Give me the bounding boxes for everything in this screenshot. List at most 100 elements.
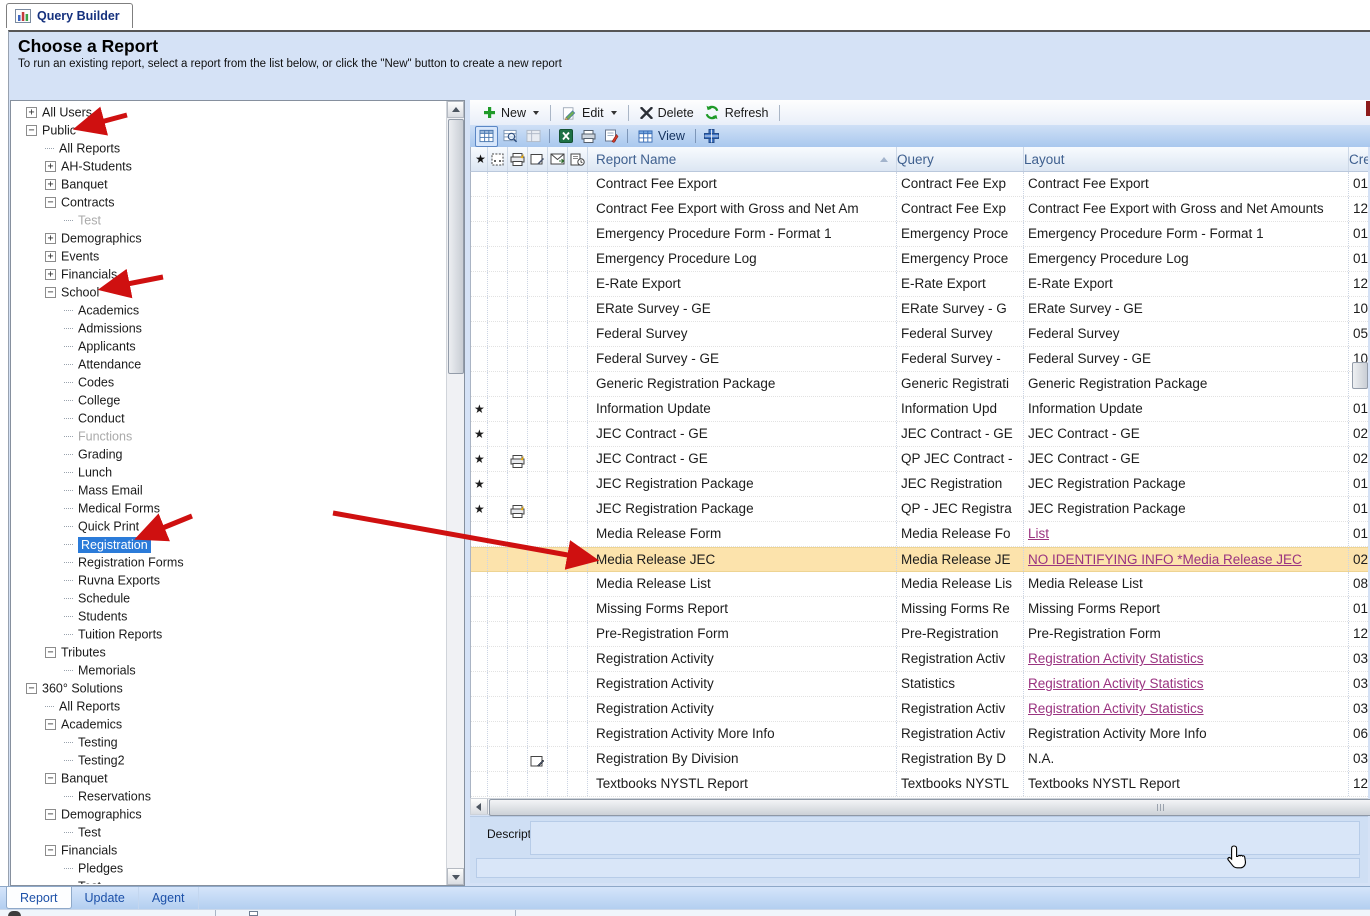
layout-link[interactable]: Registration Activity Statistics: [1028, 676, 1204, 691]
tree-item-registration-forms[interactable]: Registration Forms: [12, 553, 446, 571]
layout-link[interactable]: Registration Activity Statistics: [1028, 701, 1204, 716]
column-header-quick-print[interactable]: [508, 147, 528, 171]
scroll-down-button[interactable]: [447, 868, 464, 885]
tree-item-functions[interactable]: Functions: [12, 427, 446, 445]
expand-icon[interactable]: +: [45, 233, 56, 245]
report-row[interactable]: Contract Fee Export with Gross and Net A…: [471, 197, 1368, 222]
collapse-icon[interactable]: −: [45, 773, 56, 785]
report-row[interactable]: Textbooks NYSTL Report Textbooks NYSTL Tex…: [471, 772, 1368, 797]
collapse-icon[interactable]: −: [45, 719, 56, 731]
tree-item-testing[interactable]: Testing: [12, 733, 446, 751]
expand-icon[interactable]: +: [45, 269, 56, 281]
tree-item-admissions[interactable]: Admissions: [12, 319, 446, 337]
tree-item-banquet[interactable]: − Banquet: [12, 769, 446, 787]
tree-item-demographics[interactable]: − Demographics: [12, 805, 446, 823]
tree-item-applicants[interactable]: Applicants: [12, 337, 446, 355]
scroll-up-button[interactable]: [447, 101, 464, 118]
collapse-icon[interactable]: −: [45, 809, 56, 821]
report-row[interactable]: ★ JEC Registration Package JEC Registratio…: [471, 472, 1368, 497]
refresh-button[interactable]: Refresh: [699, 103, 774, 122]
column-header-publish[interactable]: [528, 147, 548, 171]
tree-item-demographics[interactable]: + Demographics: [12, 229, 446, 247]
description-secondary-field[interactable]: [476, 858, 1360, 878]
report-row[interactable]: ERate Survey - GE ERate Survey - G ERate S…: [471, 297, 1368, 322]
new-dropdown-caret[interactable]: [533, 110, 540, 115]
collapse-icon[interactable]: −: [45, 197, 56, 209]
report-row[interactable]: Registration Activity More Info Registrat…: [471, 722, 1368, 747]
collapse-icon[interactable]: −: [45, 287, 56, 299]
report-row[interactable]: Media Release Form Media Release Fo List 01…: [471, 522, 1368, 547]
column-header-preview[interactable]: [488, 147, 508, 171]
report-row[interactable]: Media Release JEC Media Release JE NO IDEN…: [471, 547, 1368, 572]
column-header-created[interactable]: Cre: [1349, 147, 1368, 171]
report-row[interactable]: ★ JEC Contract - GE JEC Contract - GE JEC C…: [471, 422, 1368, 447]
tree-item-contracts[interactable]: − Contracts: [12, 193, 446, 211]
edit-dropdown-caret[interactable]: [610, 110, 617, 115]
report-row[interactable]: Federal Survey - GE Federal Survey - Feder…: [471, 347, 1368, 372]
report-row[interactable]: Registration By Division Registration By …: [471, 747, 1368, 772]
column-header-report-name[interactable]: Report Name: [588, 147, 897, 171]
report-row[interactable]: Emergency Procedure Form - Format 1 Emerg…: [471, 222, 1368, 247]
tree-item-public[interactable]: − Public: [12, 121, 446, 139]
description-field[interactable]: [530, 821, 1360, 855]
expand-icon[interactable]: +: [45, 161, 56, 173]
tree-item-financials[interactable]: − Financials: [12, 841, 446, 859]
tree-item-medical-forms[interactable]: Medical Forms: [12, 499, 446, 517]
view-button[interactable]: View: [632, 129, 691, 143]
tree-item-all-reports[interactable]: All Reports: [12, 697, 446, 715]
column-header-email[interactable]: [548, 147, 568, 171]
tab-query-builder[interactable]: Query Builder: [6, 3, 133, 28]
report-row[interactable]: Pre-Registration Form Pre-Registration Pre…: [471, 622, 1368, 647]
tree-item-events[interactable]: + Events: [12, 247, 446, 265]
tree-item-testing2[interactable]: Testing2: [12, 751, 446, 769]
report-row[interactable]: Emergency Procedure Log Emergency Proce Em…: [471, 247, 1368, 272]
tree-item-conduct[interactable]: Conduct: [12, 409, 446, 427]
report-row[interactable]: ★ JEC Contract - GE QP JEC Contract - JEC …: [471, 447, 1368, 472]
expand-icon[interactable]: +: [45, 251, 56, 263]
tree-item-academics[interactable]: − Academics: [12, 715, 446, 733]
tree-scrollbar-thumb[interactable]: [448, 119, 464, 374]
report-row[interactable]: ★ Information Update Information Upd Inform…: [471, 397, 1368, 422]
tree-item-financials[interactable]: + Financials: [12, 265, 446, 283]
horizontal-scrollbar-thumb[interactable]: [489, 799, 1370, 816]
report-row[interactable]: Missing Forms Report Missing Forms Re Miss…: [471, 597, 1368, 622]
column-header-query[interactable]: Query: [897, 147, 1024, 171]
tree-item-college[interactable]: College: [12, 391, 446, 409]
field-chooser-button[interactable]: [701, 127, 722, 146]
grid-vertical-scrollbar-thumb[interactable]: [1352, 362, 1368, 389]
expand-icon[interactable]: +: [26, 107, 37, 119]
tree-vertical-scrollbar[interactable]: [446, 101, 464, 885]
tree-item-schedule[interactable]: Schedule: [12, 589, 446, 607]
mail-merge-button[interactable]: [601, 127, 622, 146]
tree-item-quick-print[interactable]: Quick Print: [12, 517, 446, 535]
tree-item-360-solutions[interactable]: −360° Solutions: [12, 679, 446, 697]
tree-item-memorials[interactable]: Memorials: [12, 661, 446, 679]
collapse-icon[interactable]: −: [45, 845, 56, 857]
tree-item-grading[interactable]: Grading: [12, 445, 446, 463]
export-excel-button[interactable]: [555, 127, 576, 146]
column-header-layout[interactable]: Layout: [1024, 147, 1349, 171]
tab-update[interactable]: Update: [72, 887, 139, 909]
report-row[interactable]: Registration Activity Statistics Registrat…: [471, 672, 1368, 697]
tree-item-reservations[interactable]: Reservations: [12, 787, 446, 805]
layout-link[interactable]: Registration Activity Statistics: [1028, 651, 1204, 666]
report-row[interactable]: Contract Fee Export Contract Fee Exp Contr…: [471, 172, 1368, 197]
report-row[interactable]: ★ JEC Registration Package QP - JEC Regis…: [471, 497, 1368, 522]
tree-item-school[interactable]: − School: [12, 283, 446, 301]
tree-item-banquet[interactable]: + Banquet: [12, 175, 446, 193]
collapse-icon[interactable]: −: [26, 683, 37, 695]
tree-item-all-users[interactable]: + All Users: [12, 103, 446, 121]
print-button[interactable]: [578, 127, 599, 146]
tree-item-registration[interactable]: Registration: [12, 535, 446, 553]
tree-item-pledges[interactable]: Pledges: [12, 859, 446, 877]
tree-item-ah-students[interactable]: + AH-Students: [12, 157, 446, 175]
layout-link[interactable]: List: [1028, 526, 1049, 541]
print-preview-button[interactable]: [500, 127, 521, 146]
tree-item-ruvna-exports[interactable]: Ruvna Exports: [12, 571, 446, 589]
delete-button[interactable]: Delete: [635, 104, 699, 122]
layout-link[interactable]: NO IDENTIFYING INFO *Media Release JEC: [1028, 552, 1302, 567]
edit-button[interactable]: Edit: [557, 104, 622, 122]
tree-item-tributes[interactable]: − Tributes: [12, 643, 446, 661]
tree-item-all-reports[interactable]: All Reports: [12, 139, 446, 157]
tree-item-test[interactable]: Test: [12, 211, 446, 229]
